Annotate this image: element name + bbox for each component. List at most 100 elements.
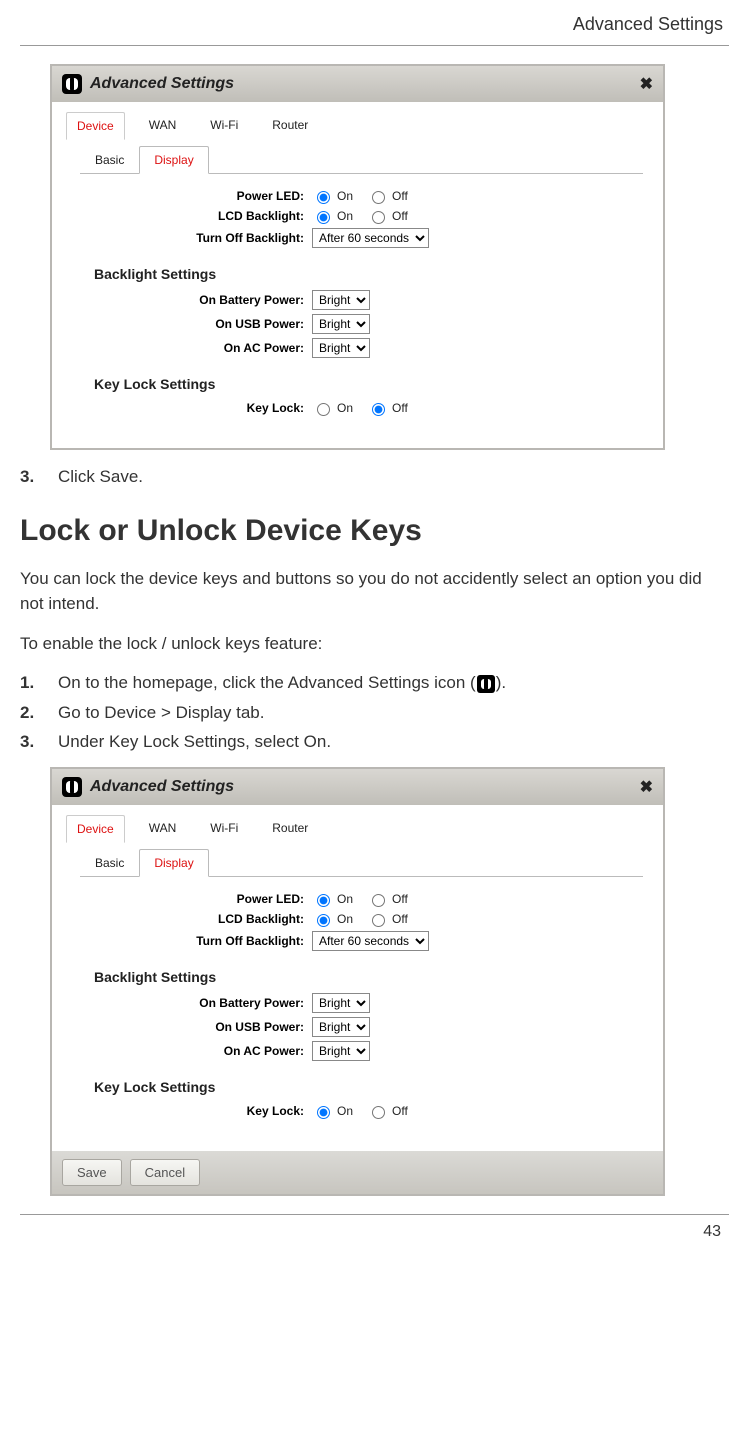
key-lock-off-radio[interactable] [372, 403, 385, 416]
close-icon[interactable]: ✖ [640, 777, 653, 797]
power-led-on-radio[interactable] [317, 191, 330, 204]
power-led-on-radio[interactable] [317, 894, 330, 907]
lcd-backlight-off-radio[interactable] [372, 211, 385, 224]
step-number: 3. [20, 464, 42, 490]
label-on-ac: On AC Power: [72, 1044, 312, 1058]
doc-step-3-save: 3. Click Save. [20, 464, 729, 490]
sub-tabs: Basic Display [80, 146, 643, 174]
header-rule [20, 45, 729, 46]
step-text: Under Key Lock Settings, select On. [58, 729, 331, 755]
label-power-led: Power LED: [72, 892, 312, 906]
label-on: On [337, 892, 353, 906]
wrench-icon [62, 74, 82, 94]
section-keylock-settings: Key Lock Settings [94, 1079, 643, 1095]
label-key-lock: Key Lock: [72, 401, 312, 415]
tab-wifi[interactable]: Wi-Fi [200, 112, 248, 140]
step-number: 3. [20, 729, 42, 755]
label-off: Off [392, 401, 408, 415]
label-on: On [337, 1104, 353, 1118]
section-keylock-settings: Key Lock Settings [94, 376, 643, 392]
close-icon[interactable]: ✖ [640, 74, 653, 94]
label-power-led: Power LED: [72, 189, 312, 203]
main-tabs: Device WAN Wi-Fi Router [52, 102, 663, 140]
panel-button-bar: Save Cancel [52, 1151, 663, 1194]
label-key-lock: Key Lock: [72, 1104, 312, 1118]
step-1-post: ). [496, 673, 506, 692]
label-lcd-backlight: LCD Backlight: [72, 912, 312, 926]
lcd-backlight-on-radio[interactable] [317, 914, 330, 927]
sub-tabs: Basic Display [80, 849, 643, 877]
main-tabs: Device WAN Wi-Fi Router [52, 805, 663, 843]
panel-titlebar: Advanced Settings ✖ [52, 769, 663, 805]
power-led-off-radio[interactable] [372, 894, 385, 907]
tab-device[interactable]: Device [66, 112, 125, 140]
page-header: Advanced Settings [20, 0, 729, 45]
label-off: Off [392, 1104, 408, 1118]
subtab-display[interactable]: Display [139, 146, 208, 174]
label-off: Off [392, 892, 408, 906]
panel-title: Advanced Settings [90, 75, 234, 93]
turn-off-backlight-select[interactable]: After 60 seconds [312, 931, 429, 951]
panel-title: Advanced Settings [90, 778, 234, 796]
step-number: 1. [20, 670, 42, 696]
section-intro: You can lock the device keys and buttons… [20, 566, 729, 617]
step-text: Click Save. [58, 464, 143, 490]
label-on-usb: On USB Power: [72, 1020, 312, 1034]
tab-wifi[interactable]: Wi-Fi [200, 815, 248, 843]
power-led-off-radio[interactable] [372, 191, 385, 204]
step-number: 2. [20, 700, 42, 726]
label-on-ac: On AC Power: [72, 341, 312, 355]
label-on-usb: On USB Power: [72, 317, 312, 331]
subtab-basic[interactable]: Basic [80, 849, 139, 877]
section-backlight-settings: Backlight Settings [94, 969, 643, 985]
tab-wan[interactable]: WAN [139, 112, 187, 140]
label-on: On [337, 209, 353, 223]
settings-panel-1: Advanced Settings ✖ Device WAN Wi-Fi Rou… [50, 64, 665, 450]
panel-titlebar: Advanced Settings ✖ [52, 66, 663, 102]
label-off: Off [392, 189, 408, 203]
lcd-backlight-off-radio[interactable] [372, 914, 385, 927]
doc-step-2: 2. Go to Device > Display tab. [20, 700, 729, 726]
tab-router[interactable]: Router [262, 112, 318, 140]
label-on: On [337, 912, 353, 926]
on-ac-select[interactable]: Bright [312, 338, 370, 358]
key-lock-on-radio[interactable] [317, 403, 330, 416]
label-turn-off-backlight: Turn Off Backlight: [72, 934, 312, 948]
label-off: Off [392, 209, 408, 223]
doc-step-3: 3. Under Key Lock Settings, select On. [20, 729, 729, 755]
cancel-button[interactable]: Cancel [130, 1159, 200, 1186]
step-text: Go to Device > Display tab. [58, 700, 264, 726]
step-1-pre: On to the homepage, click the Advanced S… [58, 673, 476, 692]
subtab-display[interactable]: Display [139, 849, 208, 877]
tab-device[interactable]: Device [66, 815, 125, 843]
on-battery-select[interactable]: Bright [312, 993, 370, 1013]
page-number: 43 [20, 1223, 729, 1241]
on-usb-select[interactable]: Bright [312, 314, 370, 334]
footer-rule [20, 1214, 729, 1215]
lcd-backlight-on-radio[interactable] [317, 211, 330, 224]
settings-panel-2: Advanced Settings ✖ Device WAN Wi-Fi Rou… [50, 767, 665, 1196]
section-heading: Lock or Unlock Device Keys [20, 514, 729, 548]
doc-step-1: 1. On to the homepage, click the Advance… [20, 670, 729, 696]
turn-off-backlight-select[interactable]: After 60 seconds [312, 228, 429, 248]
tab-wan[interactable]: WAN [139, 815, 187, 843]
save-button[interactable]: Save [62, 1159, 122, 1186]
key-lock-on-radio[interactable] [317, 1106, 330, 1119]
tab-router[interactable]: Router [262, 815, 318, 843]
key-lock-off-radio[interactable] [372, 1106, 385, 1119]
section-intro2: To enable the lock / unlock keys feature… [20, 631, 729, 657]
label-lcd-backlight: LCD Backlight: [72, 209, 312, 223]
step-text: On to the homepage, click the Advanced S… [58, 670, 506, 696]
on-battery-select[interactable]: Bright [312, 290, 370, 310]
on-usb-select[interactable]: Bright [312, 1017, 370, 1037]
label-on: On [337, 401, 353, 415]
label-on: On [337, 189, 353, 203]
wrench-icon [62, 777, 82, 797]
label-on-battery: On Battery Power: [72, 293, 312, 307]
wrench-icon [477, 675, 495, 693]
label-on-battery: On Battery Power: [72, 996, 312, 1010]
subtab-basic[interactable]: Basic [80, 146, 139, 174]
section-backlight-settings: Backlight Settings [94, 266, 643, 282]
on-ac-select[interactable]: Bright [312, 1041, 370, 1061]
label-off: Off [392, 912, 408, 926]
